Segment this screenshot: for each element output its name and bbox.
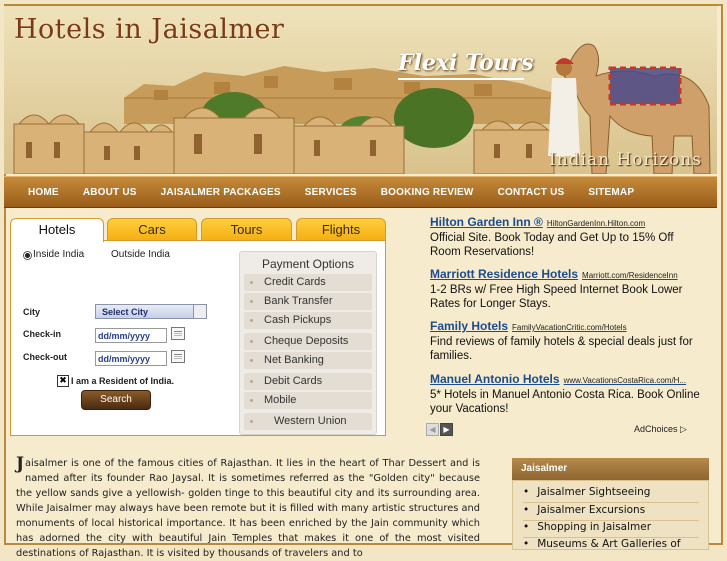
sidebar-list: Jaisalmer Sightseeing Jaisalmer Excursio… — [512, 480, 709, 550]
resident-label: I am a Resident of India. — [71, 376, 175, 386]
ad-text: Official Site. Book Today and Get Up to … — [430, 232, 674, 258]
jaisalmer-links-box: Jaisalmer Jaisalmer Sightseeing Jaisalme… — [512, 458, 709, 550]
payment-title: Payment Options — [261, 257, 355, 271]
bullet-icon — [250, 399, 253, 402]
bullet-icon — [250, 420, 253, 423]
resident-checkbox[interactable]: ✖ — [57, 375, 69, 387]
tab-tours[interactable]: Tours — [201, 218, 292, 241]
checkin-label: Check-in — [23, 329, 62, 339]
sidebar-item-sightseeing[interactable]: Jaisalmer Sightseeing — [523, 486, 650, 498]
brand-logo: Flexi Tours — [398, 50, 534, 76]
booking-form: Inside India Outside India City Select C… — [10, 240, 386, 436]
nav-services[interactable]: SERVICES — [293, 187, 369, 198]
chevron-right-icon[interactable]: ▶ — [440, 423, 453, 436]
city-select-value: Select City — [102, 307, 149, 317]
ad-link-manuel-antonio[interactable]: Manuel Antonio Hotels www.VacationsCostaR… — [430, 372, 686, 386]
calendar-icon[interactable] — [171, 327, 185, 340]
intro-text: aisalmer is one of the famous cities of … — [16, 458, 480, 559]
ad-link-family-hotels[interactable]: Family Hotels FamilyVacationCritic.com/Ho… — [430, 319, 627, 333]
ad-url: Marriott.com/ResidenceInn — [582, 271, 678, 280]
bullet-icon — [250, 319, 253, 322]
intro-paragraph: Jaisalmer is one of the famous cities of… — [16, 456, 480, 561]
chevron-left-icon[interactable]: ◀ — [426, 423, 439, 436]
payment-item: Net Banking — [244, 352, 372, 369]
ad-url: FamilyVacationCritic.com/Hotels — [512, 323, 627, 332]
city-label: City — [23, 307, 41, 317]
city-select[interactable]: Select City — [95, 304, 207, 319]
bullet-icon — [250, 300, 253, 303]
ad-link-hilton[interactable]: Hilton Garden Inn ® HiltonGardenInn.Hilto… — [430, 215, 645, 229]
ad-link-marriott[interactable]: Marriott Residence Hotels Marriott.com/Re… — [430, 267, 678, 281]
brand-underline — [398, 78, 524, 80]
radio-inside-label: Inside India — [33, 249, 85, 260]
ad-url: HiltonGardenInn.Hilton.com — [546, 219, 646, 228]
main-nav: HOME ABOUT US JAISALMER PACKAGES SERVICE… — [4, 176, 717, 208]
divider — [523, 502, 699, 503]
radio-outside-label[interactable]: Outside India — [111, 249, 170, 260]
bullet-icon — [250, 281, 253, 284]
radio-inside-india[interactable] — [23, 251, 32, 260]
calendar-icon[interactable] — [171, 350, 185, 363]
nav-home[interactable]: HOME — [4, 187, 71, 198]
drop-cap: J — [16, 454, 25, 474]
bullet-icon — [250, 340, 253, 343]
nav-contact-us[interactable]: CONTACT US — [486, 187, 577, 198]
payment-item: Credit Cards — [244, 274, 372, 291]
payment-options-panel: Payment Options Credit Cards Bank Transf… — [239, 251, 377, 435]
ad-text: 1-2 BRs w/ Free High Speed Internet Book… — [430, 284, 683, 310]
checkin-input[interactable]: dd/mm/yyyy — [95, 328, 167, 343]
tab-hotels[interactable]: Hotels — [10, 218, 104, 242]
page-title: Hotels in Jaisalmer — [14, 14, 285, 45]
ad-text: 5* Hotels in Manuel Antonio Costa Rica. … — [430, 389, 700, 415]
tab-cars[interactable]: Cars — [107, 218, 197, 241]
bullet-icon — [250, 359, 253, 362]
ad-block: Hilton Garden Inn ® HiltonGardenInn.Hilto… — [420, 214, 716, 440]
payment-item: Cash Pickups — [244, 312, 372, 329]
ad-text: Find reviews of family hotels & special … — [430, 336, 693, 362]
sidebar-item-excursions[interactable]: Jaisalmer Excursions — [523, 504, 645, 516]
sidebar-item-museums[interactable]: Museums & Art Galleries of — [523, 538, 680, 550]
bullet-icon — [250, 380, 253, 383]
sidebar-item-shopping[interactable]: Shopping in Jaisalmer — [523, 521, 651, 533]
payment-item: Western Union — [244, 413, 372, 430]
header-banner: Hotels in Jaisalmer Flexi Tours Indian H… — [4, 6, 717, 174]
search-button[interactable]: Search — [81, 390, 151, 410]
payment-item: Mobile — [244, 392, 372, 409]
payment-item: Debit Cards — [244, 373, 372, 390]
sidebar-heading: Jaisalmer — [512, 458, 709, 480]
adchoices-link[interactable]: AdChoices ▷ — [634, 424, 687, 435]
tab-flights[interactable]: Flights — [296, 218, 386, 241]
booking-widget: Hotels Cars Tours Flights Inside India O… — [10, 218, 386, 436]
nav-booking-review[interactable]: BOOKING REVIEW — [369, 187, 486, 198]
payment-item: Bank Transfer — [244, 293, 372, 310]
ad-url: www.VacationsCostaRica.com/H... — [563, 376, 687, 385]
nav-jaisalmer-packages[interactable]: JAISALMER PACKAGES — [149, 187, 293, 198]
tagline: Indian Horizons — [549, 150, 702, 170]
nav-sitemap[interactable]: SITEMAP — [576, 187, 646, 198]
checkout-label: Check-out — [23, 352, 68, 362]
payment-item: Cheque Deposits — [244, 333, 372, 350]
chevron-down-icon — [193, 305, 206, 318]
checkout-input[interactable]: dd/mm/yyyy — [95, 351, 167, 366]
nav-about-us[interactable]: ABOUT US — [71, 187, 149, 198]
